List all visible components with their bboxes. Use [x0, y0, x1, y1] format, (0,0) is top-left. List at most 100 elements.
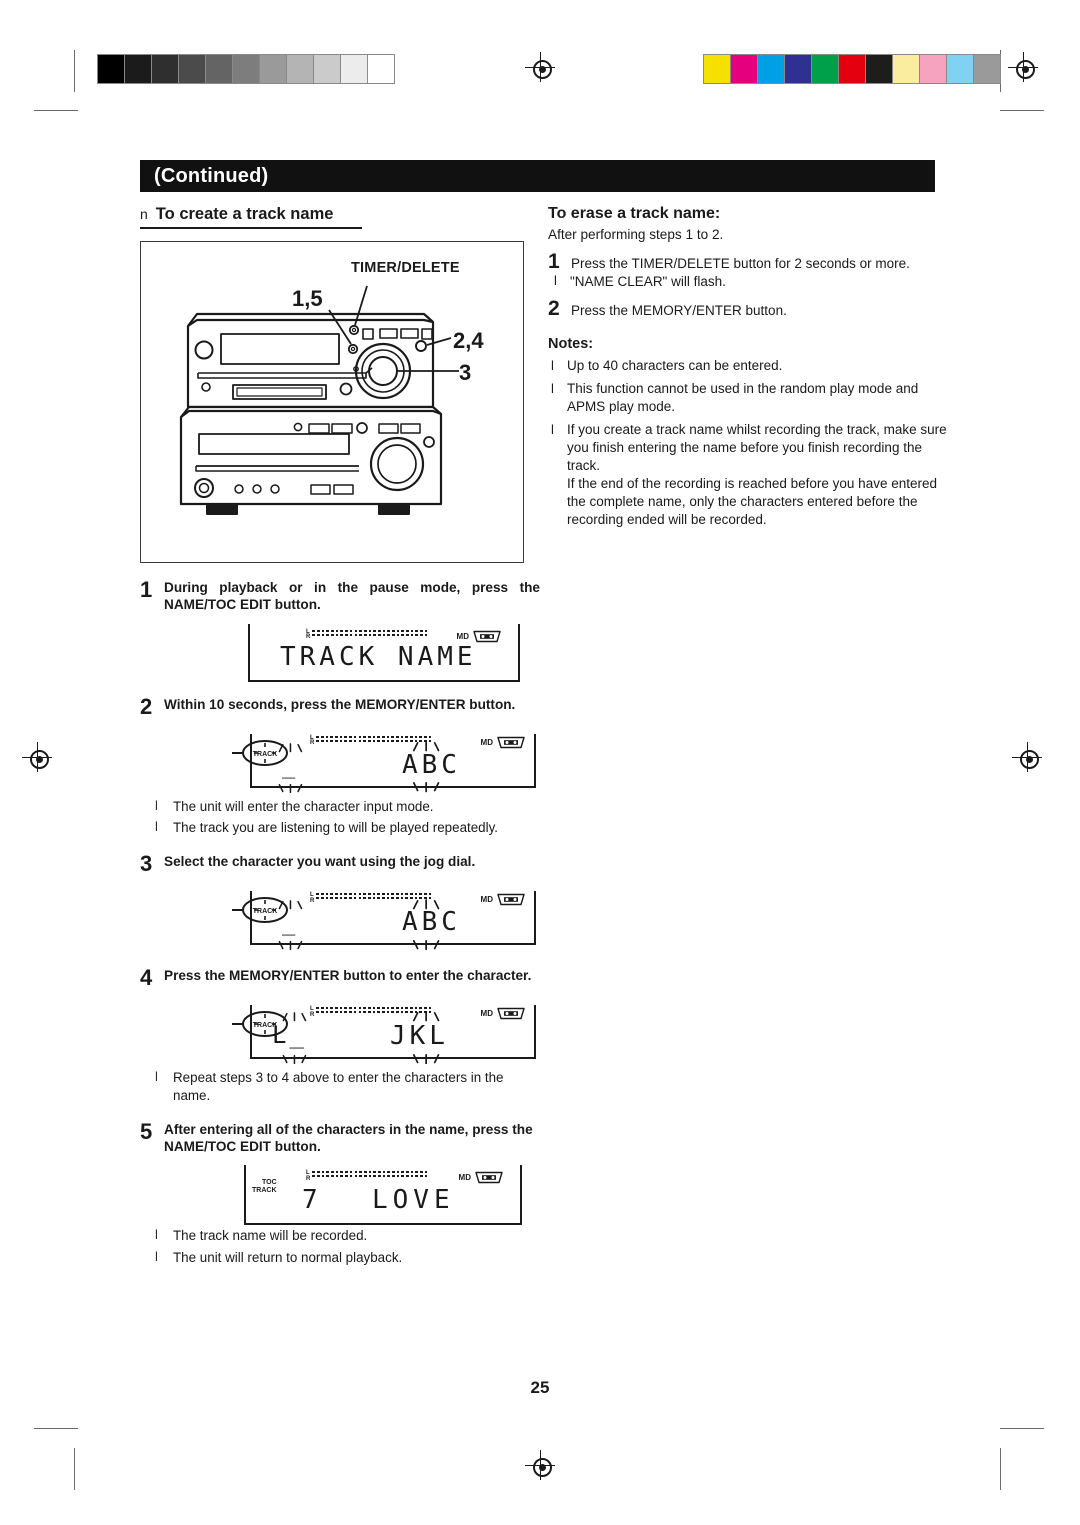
- level-label-right: R: [310, 740, 315, 747]
- note-item: l Up to 40 characters can be entered.: [548, 357, 948, 375]
- step-bullet-text: Repeat steps 3 to 4 above to enter the c…: [173, 1070, 504, 1103]
- erase-track-name-subtitle: After performing steps 1 to 2.: [548, 227, 724, 242]
- notes-list: l Up to 40 characters can be entered. l Thi…: [548, 357, 948, 529]
- blink-indicator-icon: [280, 1009, 309, 1027]
- blink-indicator-icon: [410, 780, 442, 798]
- bullet-icon: l: [155, 1249, 158, 1264]
- level-label-right: R: [306, 1175, 311, 1182]
- lcd-indicator-toc: TOC: [262, 1179, 277, 1187]
- crop-mark-top-left: [74, 50, 75, 92]
- step-4: 4 Press the MEMORY/ENTER button to enter …: [140, 967, 540, 989]
- section-title: To create a track name: [155, 205, 334, 223]
- figure-callout-1-5: 1,5: [292, 286, 323, 311]
- color-patch-3: [785, 55, 812, 83]
- md-label: MD: [480, 1009, 493, 1019]
- note-text: Up to 40 characters can be entered.: [567, 357, 948, 375]
- registration-target-top-center: [525, 52, 555, 82]
- step-text: Select the character you want using the …: [164, 854, 476, 870]
- step-bullet: l The track name will be recorded.: [140, 1227, 540, 1245]
- color-patch-8: [920, 55, 947, 83]
- md-disc-indicator: MD: [481, 735, 526, 750]
- lcd-display-step-2: TRACK L R MD _ ABC: [232, 730, 536, 794]
- bullet-icon: l: [155, 1069, 158, 1085]
- bullet-icon: l: [551, 381, 554, 397]
- color-patch-0: [704, 55, 731, 83]
- erase-step-2-text: Press the MEMORY/ENTER button.: [571, 302, 787, 318]
- step-bullet: l Repeat steps 3 to 4 above to enter the …: [140, 1069, 540, 1104]
- grayscale-patch-0: [98, 55, 125, 83]
- page-number: 25: [530, 1378, 550, 1397]
- blink-indicator-icon: [280, 1051, 309, 1069]
- bullet-icon: l: [551, 422, 554, 438]
- md-label: MD: [458, 1173, 471, 1183]
- md-label: MD: [480, 737, 493, 747]
- step-text: Press the MEMORY/ENTER button to enter t…: [164, 968, 532, 984]
- level-label-right: R: [306, 634, 311, 641]
- grayscale-patch-7: [287, 55, 314, 83]
- step-text: Within 10 seconds, press the MEMORY/ENTE…: [164, 696, 516, 712]
- lcd-main-text: TRACK NAME: [280, 641, 477, 672]
- level-label-right: R: [310, 1011, 315, 1018]
- step-bullet: l The unit will enter the character input…: [140, 798, 540, 816]
- blink-indicator-icon: [276, 937, 305, 955]
- notes-title: Notes:: [548, 336, 594, 353]
- grayscale-patch-4: [206, 55, 233, 83]
- note-paragraph: If you create a track name whilst record…: [567, 422, 947, 474]
- level-meter-dots: [312, 629, 428, 638]
- step-3: 3 Select the character you want using the…: [140, 853, 540, 875]
- step-bullet: l The unit will return to normal playback…: [140, 1249, 540, 1267]
- grayscale-patch-6: [260, 55, 287, 83]
- step-number: 3: [140, 851, 153, 877]
- crop-mark-left-lower: [34, 1428, 78, 1429]
- erase-step-1-number: 1: [548, 249, 560, 273]
- md-disc-indicator: MD: [481, 892, 526, 907]
- blink-indicator-icon: [410, 937, 442, 955]
- level-meter: LR: [306, 1171, 428, 1182]
- registration-target-left: [22, 742, 52, 772]
- lcd-display-step-3: TRACK L R MD _ ABC: [232, 887, 536, 951]
- lcd-display-step-5: TOC TRACK L R MD 7 LOVE: [244, 1165, 522, 1226]
- level-meter-dots: [312, 1171, 428, 1179]
- md-disc-indicator: MD: [459, 1170, 504, 1185]
- blink-indicator-icon: [410, 1051, 442, 1069]
- left-column: n To create a track name TIMER/DELETE 1,…: [140, 205, 540, 1267]
- lcd-main-text: ABC: [402, 749, 461, 780]
- grayscale-patch-1: [125, 55, 152, 83]
- grayscale-patch-5: [233, 55, 260, 83]
- note-item: l If you create a track name whilst recor…: [548, 421, 948, 529]
- note-text: This function cannot be used in the rand…: [567, 380, 948, 416]
- step-bullet-text: The track name will be recorded.: [173, 1228, 368, 1244]
- level-meter-labels: LR: [310, 735, 315, 747]
- stereo-system-illustration: [179, 285, 459, 515]
- continued-label: (Continued): [154, 165, 269, 187]
- crop-mark-left-upper: [34, 110, 78, 111]
- color-patch-2: [758, 55, 785, 83]
- step-bullet-text: The unit will enter the character input …: [173, 798, 434, 814]
- registration-target-top-right: [1008, 52, 1038, 82]
- level-meter-labels: LR: [306, 629, 311, 641]
- figure-callout-timer-delete: TIMER/DELETE: [351, 260, 460, 276]
- erase-step-2-number: 2: [548, 296, 560, 320]
- figure-callout-2-4: 2,4: [453, 328, 484, 353]
- note-item: l This function cannot be used in the ran…: [548, 380, 948, 416]
- color-patch-1: [731, 55, 758, 83]
- minidisc-icon: [497, 1007, 525, 1020]
- erase-step-1-bullet: l "NAME CLEAR" will flash.: [548, 273, 948, 291]
- lcd-cursor: _: [282, 753, 296, 779]
- crop-mark-right-lower: [1000, 1428, 1044, 1429]
- minidisc-icon: [497, 893, 525, 906]
- level-meter-labels: LR: [310, 1006, 315, 1018]
- lcd-indicator-track: TRACK: [252, 1187, 277, 1195]
- note-text: If you create a track name whilst record…: [567, 421, 948, 529]
- lcd-main-text: LOVE: [372, 1185, 455, 1216]
- lcd-display-step-4: TRACK L R MD L_ JKL: [232, 1001, 536, 1065]
- color-patch-6: [866, 55, 893, 83]
- procedure-steps-list: 1 During playback or in the pause mode, p…: [140, 579, 540, 1267]
- section-bullet-icon: n: [140, 206, 148, 222]
- level-meter-labels: LR: [306, 1171, 310, 1182]
- minidisc-icon: [497, 736, 525, 748]
- step-text: During playback or in the pause mode, pr…: [164, 580, 540, 613]
- step-text: After entering all of the characters in …: [164, 1121, 533, 1154]
- step-bullet-text: The track you are listening to will be p…: [173, 820, 499, 836]
- lcd-main-text: ABC: [402, 907, 461, 938]
